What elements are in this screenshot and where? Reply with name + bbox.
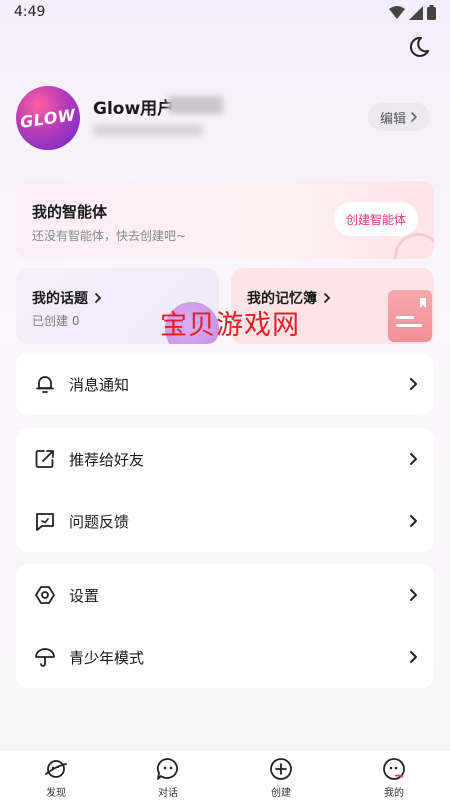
chevron-right-icon <box>410 453 417 465</box>
chevron-right-icon <box>410 651 417 663</box>
agent-subtitle: 还没有智能体，快去创建吧~ <box>32 229 187 243</box>
user-id-blur <box>93 124 203 136</box>
create-agent-button[interactable]: 创建智能体 <box>333 202 418 236</box>
menu-label-settings: 设置 <box>69 586 100 605</box>
moon-icon[interactable] <box>406 34 432 60</box>
tab-me[interactable]: 我的 <box>364 756 424 800</box>
tab-chat[interactable]: 对话 <box>138 756 198 800</box>
menu-item-teen-mode[interactable]: 青少年模式 <box>16 626 434 688</box>
menu-label-notifications: 消息通知 <box>69 375 130 394</box>
chevron-right-icon <box>411 112 418 122</box>
plus-circle-icon <box>270 758 292 780</box>
profile-icon <box>383 758 405 780</box>
profile-header: GLOW Glow用户 编辑 <box>16 86 434 150</box>
menu-item-notifications[interactable]: 消息通知 <box>16 353 434 415</box>
topics-title-row: 我的话题 <box>32 288 102 308</box>
chat-icon <box>156 758 178 780</box>
feedback-icon <box>36 513 54 531</box>
tab-discover[interactable]: 发现 <box>26 756 86 800</box>
menu-label-feedback: 问题反馈 <box>69 512 130 531</box>
menu-item-feedback[interactable]: 问题反馈 <box>16 490 434 552</box>
tab-label-chat: 对话 <box>158 788 178 799</box>
share-icon <box>35 450 54 468</box>
edit-profile-button[interactable]: 编辑 <box>367 103 430 131</box>
chevron-right-icon <box>410 378 417 390</box>
username-blur <box>168 96 223 114</box>
chevron-right-icon <box>95 293 102 303</box>
memo-book-icon <box>388 290 432 342</box>
username: Glow用户 <box>93 99 175 119</box>
avatar-logo-text: GLOW <box>18 104 78 132</box>
menu-label-teen-mode: 青少年模式 <box>69 648 145 667</box>
umbrella-icon <box>35 648 55 667</box>
my-agents-card[interactable]: 我的智能体 还没有智能体，快去创建吧~ 创建智能体 <box>16 181 434 259</box>
status-bar: 4:49 <box>0 0 450 26</box>
agent-decoration <box>394 233 434 259</box>
topics-title: 我的话题 <box>32 291 88 307</box>
planet-icon <box>45 760 67 778</box>
settings-icon <box>35 586 55 604</box>
menu-item-settings[interactable]: 设置 <box>16 564 434 626</box>
settings-group: 设置 青少年模式 <box>16 564 434 688</box>
watermark: 宝贝游戏网 <box>160 310 300 341</box>
wifi-icon <box>389 5 405 19</box>
agent-title: 我的智能体 <box>32 203 108 221</box>
chevron-right-icon <box>410 515 417 527</box>
tab-label-discover: 发现 <box>46 788 66 799</box>
notifications-group: 消息通知 <box>16 353 434 415</box>
edit-label: 编辑 <box>379 111 406 127</box>
chevron-right-icon <box>324 293 331 303</box>
menu-item-recommend[interactable]: 推荐给好友 <box>16 428 434 490</box>
bell-icon <box>36 376 54 393</box>
share-feedback-group: 推荐给好友 问题反馈 <box>16 428 434 552</box>
topics-count: 已创建 0 <box>32 314 80 328</box>
battery-icon <box>427 5 436 20</box>
signal-icon <box>409 5 423 20</box>
tab-label-me: 我的 <box>384 788 404 799</box>
chevron-right-icon <box>410 589 417 601</box>
bottom-tab-bar: 发现 对话 创建 我的 <box>0 749 450 800</box>
status-icons <box>389 5 436 20</box>
tab-create[interactable]: 创建 <box>251 756 311 800</box>
menu-label-recommend: 推荐给好友 <box>69 450 145 469</box>
status-time: 4:49 <box>14 4 46 20</box>
tab-label-create: 创建 <box>271 788 291 799</box>
avatar[interactable]: GLOW <box>16 86 80 150</box>
